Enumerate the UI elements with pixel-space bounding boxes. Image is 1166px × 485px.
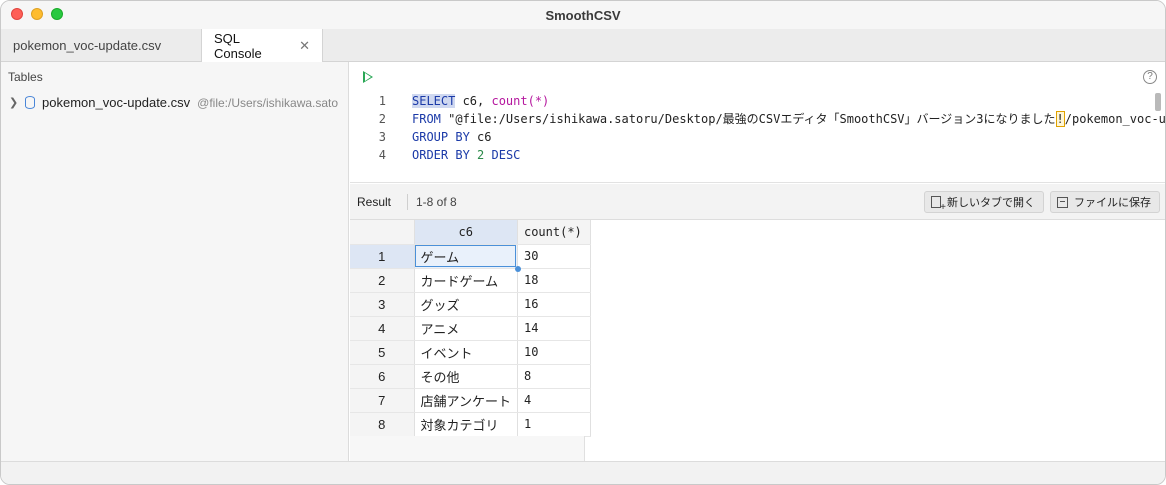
table-cell[interactable]: 店舗アンケート [414, 388, 518, 413]
tab-sql-console[interactable]: SQL Console ✕ [201, 29, 323, 63]
code-line: 2 FROM "@file:/Users/ishikawa.satoru/Des… [350, 110, 1165, 128]
minimize-window-button[interactable] [31, 8, 43, 20]
line-number: 2 [378, 112, 386, 126]
close-tab-icon[interactable]: ✕ [299, 38, 310, 54]
row-number[interactable]: 8 [350, 412, 415, 437]
panel-title: Tables [8, 70, 43, 84]
table-row: 5 イベント 10 [350, 340, 591, 365]
run-query-icon[interactable] [363, 71, 373, 83]
divider [407, 194, 408, 210]
result-count: 1-8 of 8 [416, 195, 457, 209]
row-number[interactable]: 6 [350, 364, 415, 389]
row-number[interactable]: 3 [350, 292, 415, 317]
column-header[interactable]: count(*) [517, 220, 591, 245]
tables-panel: Tables ❯ pokemon_voc-update.csv @file:/U… [1, 62, 349, 461]
code-area[interactable]: 1 SELECT c6, count(*) 2 FROM "@file:/Use… [350, 92, 1165, 164]
title-bar: SmoothCSV [1, 1, 1165, 29]
tab-label: pokemon_voc-update.csv [13, 38, 162, 53]
table-cell[interactable]: 30 [517, 244, 591, 269]
table-cell[interactable]: アニメ [414, 316, 518, 341]
code-line: 3 GROUP BY c6 [350, 128, 1165, 146]
result-label: Result [357, 195, 392, 209]
table-cell[interactable]: 8 [517, 364, 591, 389]
maximize-window-button[interactable] [51, 8, 63, 20]
table-cell[interactable]: 16 [517, 292, 591, 317]
warning-marker: ! [1055, 111, 1065, 127]
column-header[interactable]: c6 [414, 220, 518, 245]
code-line: 4 ORDER BY 2 DESC [350, 146, 1165, 164]
save-to-file-button[interactable]: ファイルに保存 [1050, 191, 1160, 213]
table-cell[interactable]: グッズ [414, 292, 518, 317]
table-cell[interactable]: 14 [517, 316, 591, 341]
sql-editor[interactable]: ? 1 SELECT c6, count(*) 2 FROM "@file:/U… [350, 62, 1165, 183]
table-row: 7 店舗アンケート 4 [350, 388, 591, 413]
table-cell[interactable]: その他 [414, 364, 518, 389]
table-cell[interactable]: カードゲーム [414, 268, 518, 293]
table-cell[interactable]: 18 [517, 268, 591, 293]
line-number: 4 [378, 148, 386, 162]
row-number[interactable]: 1 [350, 244, 415, 269]
row-number[interactable]: 7 [350, 388, 415, 413]
table-cell[interactable]: 対象カテゴリ [414, 412, 518, 437]
table-row: 8 対象カテゴリ 1 [350, 412, 591, 437]
table-cell[interactable]: ゲーム [414, 244, 521, 271]
table-cell[interactable]: 4 [517, 388, 591, 413]
grid-footer [350, 436, 585, 461]
app-window: SmoothCSV pokemon_voc-update.csv SQL Con… [0, 0, 1166, 485]
table-row: 3 グッズ 16 [350, 292, 591, 317]
table-row: 6 その他 8 [350, 364, 591, 389]
chevron-right-icon[interactable]: ❯ [9, 96, 19, 109]
tab-bar: pokemon_voc-update.csv SQL Console ✕ [1, 29, 1165, 63]
table-name: pokemon_voc-update.csv [42, 95, 191, 110]
row-number[interactable]: 5 [350, 340, 415, 365]
table-cell[interactable]: 1 [517, 412, 591, 437]
database-icon [25, 96, 35, 109]
table-cell[interactable]: イベント [414, 340, 518, 365]
window-title: SmoothCSV [545, 7, 621, 23]
line-number: 3 [378, 130, 386, 144]
grid-corner[interactable] [350, 220, 415, 245]
table-path: @file:/Users/ishikawa.sato [197, 95, 339, 110]
table-row: 2 カードゲーム 18 [350, 268, 591, 293]
result-table: c6 count(*) 1 ゲーム 30 2 カードゲーム 18 3 グッズ 1… [350, 220, 591, 437]
table-tree-item[interactable]: ❯ pokemon_voc-update.csv @file:/Users/is… [9, 95, 349, 110]
line-number: 1 [378, 94, 386, 108]
status-bar [1, 461, 1165, 484]
table-cell[interactable]: 10 [517, 340, 591, 365]
table-row: 1 ゲーム 30 [350, 244, 591, 271]
new-document-icon [931, 196, 946, 213]
close-window-button[interactable] [11, 8, 23, 20]
row-number[interactable]: 4 [350, 316, 415, 341]
row-number[interactable]: 2 [350, 268, 415, 293]
help-icon[interactable]: ? [1143, 70, 1157, 84]
tab-csv-file[interactable]: pokemon_voc-update.csv [1, 29, 201, 62]
window-controls [11, 8, 63, 20]
tab-label: SQL Console [214, 31, 262, 61]
open-in-new-tab-button[interactable]: 新しいタブで開く [924, 191, 1044, 213]
result-grid: c6 count(*) 1 ゲーム 30 2 カードゲーム 18 3 グッズ 1… [350, 220, 1165, 461]
result-toolbar: Result 1-8 of 8 新しいタブで開く ファイルに保存 [350, 184, 1165, 220]
code-line: 1 SELECT c6, count(*) [350, 92, 1165, 110]
save-icon [1057, 196, 1068, 208]
table-row: 4 アニメ 14 [350, 316, 591, 341]
